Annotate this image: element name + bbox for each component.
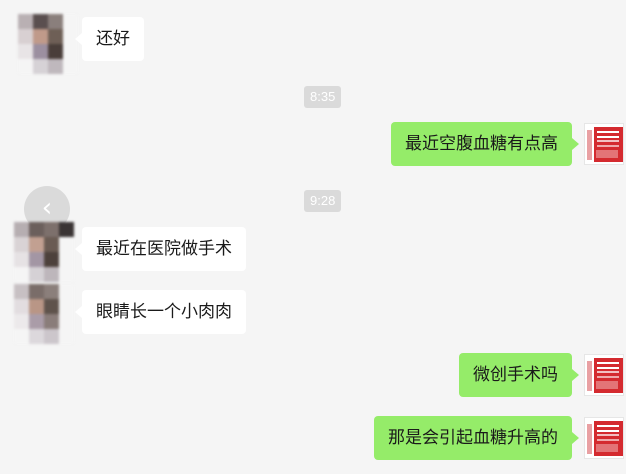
- message-bubble-outgoing[interactable]: 最近空腹血糖有点高: [391, 122, 579, 166]
- timestamp: 9:28: [304, 190, 342, 212]
- user-avatar[interactable]: [584, 123, 624, 165]
- message-bubble-outgoing[interactable]: 那是会引起血糖升高的: [374, 416, 579, 460]
- message-bubble-incoming[interactable]: 最近在医院做手术: [75, 227, 246, 271]
- message-bubble-incoming[interactable]: 还好: [75, 17, 144, 61]
- contact-avatar[interactable]: [18, 14, 78, 74]
- contact-avatar[interactable]: [14, 284, 74, 344]
- chevron-left-icon: ‹: [41, 192, 53, 223]
- message-bubble-incoming[interactable]: 眼睛长一个小肉肉: [75, 290, 246, 334]
- user-avatar[interactable]: [584, 354, 624, 396]
- message-bubble-outgoing[interactable]: 微创手术吗: [459, 353, 579, 397]
- contact-avatar[interactable]: [14, 222, 74, 282]
- timestamp: 8:35: [304, 86, 342, 108]
- user-avatar[interactable]: [584, 417, 624, 459]
